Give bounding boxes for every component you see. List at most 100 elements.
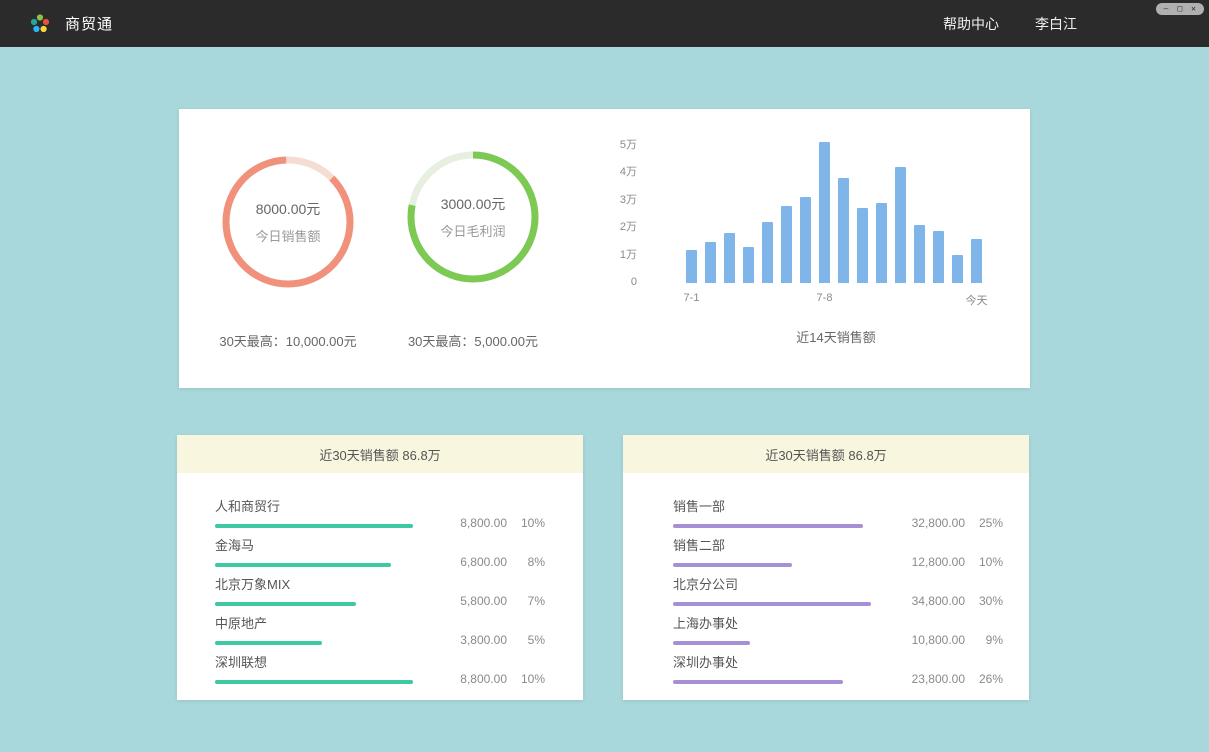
row-value: 8,800.00: [435, 672, 507, 686]
row-name: 上海办事处: [673, 613, 871, 632]
row-value: 5,800.00: [435, 594, 507, 608]
row-progress-bar: [215, 602, 413, 606]
y-tick-label: 0: [631, 275, 637, 289]
app-title: 商贸通: [65, 13, 113, 34]
list-item: 深圳联想 8,800.0010%: [215, 645, 545, 684]
today-sales-label: 今日销售额: [255, 226, 320, 245]
departments-sales-panel: 近30天销售额 86.8万 销售一部 32,800.0025% 销售二部 12,800…: [623, 435, 1029, 700]
list-item: 销售一部 32,800.0025%: [673, 489, 1003, 528]
row-percent: 10%: [965, 555, 1003, 569]
y-tick-label: 5万: [620, 138, 637, 152]
bar-day-4: [743, 247, 754, 283]
row-percent: 5%: [507, 633, 545, 647]
bar-column: [724, 145, 735, 283]
row-percent: 25%: [965, 516, 1003, 530]
list-item: 人和商贸行 8,800.0010%: [215, 489, 545, 528]
bar-day-10: [857, 208, 868, 283]
x-tick-label: 今天: [966, 292, 988, 308]
row-percent: 7%: [507, 594, 545, 608]
bar-day-5: [762, 222, 773, 283]
bar-day-14: [933, 231, 944, 283]
row-value: 3,800.00: [435, 633, 507, 647]
row-value: 8,800.00: [435, 516, 507, 530]
bar-column: [743, 145, 754, 283]
bar-column: [876, 145, 887, 283]
panel-right-body: 销售一部 32,800.0025% 销售二部 12,800.0010% 北京分公司 34,…: [623, 473, 1029, 684]
row-name: 中原地产: [215, 613, 413, 632]
bar-day-9: [838, 178, 849, 283]
bar-chart-title: 近14天销售额: [634, 327, 1038, 346]
bar-chart-plot: 7-17-8今天: [686, 145, 988, 283]
y-tick-label: 3万: [620, 193, 637, 207]
list-item: 销售二部 12,800.0010%: [673, 528, 1003, 567]
y-tick-label: 4万: [620, 165, 637, 179]
bar-day-13: [914, 225, 925, 283]
y-tick-label: 1万: [620, 248, 637, 262]
help-center-link[interactable]: 帮助中心: [943, 14, 999, 34]
bar-column: 今天: [971, 145, 982, 283]
panel-left-body: 人和商贸行8,800.0010%金海马6,800.008%北京万象MIX5,80…: [177, 473, 583, 684]
row-name: 北京分公司: [673, 574, 871, 593]
row-value: 23,800.00: [893, 672, 965, 686]
row-name: 深圳办事处: [673, 652, 871, 671]
row-progress-bar: [673, 641, 871, 645]
bar-column: [857, 145, 868, 283]
list-item: 深圳办事处 23,800.0026%: [673, 645, 1003, 684]
row-progress-bar: [673, 602, 871, 606]
customers-sales-panel: 近30天销售额 86.8万 人和商贸行8,800.0010%金海马6,800.0…: [177, 435, 583, 700]
list-item: 金海马6,800.008%: [215, 528, 545, 567]
bar-day-11: [876, 203, 887, 283]
row-percent: 10%: [507, 672, 545, 686]
row-value: 32,800.00: [893, 516, 965, 530]
row-progress-bar: [215, 641, 413, 645]
bar-column: [952, 145, 963, 283]
row-percent: 9%: [965, 633, 1003, 647]
today-profit-label: 今日毛利润: [440, 221, 505, 240]
row-name: 销售二部: [673, 535, 871, 554]
row-progress-bar: [673, 563, 871, 567]
bar-column: [838, 145, 849, 283]
row-percent: 26%: [965, 672, 1003, 686]
row-percent: 10%: [507, 516, 545, 530]
x-tick-label: 7-1: [684, 292, 700, 304]
bar-column: [933, 145, 944, 283]
titlebar-nav: 帮助中心 李白江: [943, 14, 1077, 34]
user-name-link[interactable]: 李白江: [1035, 14, 1077, 34]
bar-column: 7-1: [686, 145, 697, 283]
minimize-icon[interactable]: —: [1164, 3, 1169, 15]
y-axis: 5万4万3万2万1万0: [599, 138, 637, 289]
row-progress-bar: [673, 524, 871, 528]
bar-day-3: [724, 233, 735, 283]
row-percent: 8%: [507, 555, 545, 569]
list-item: 北京分公司 34,800.0030%: [673, 567, 1003, 606]
close-icon[interactable]: ✕: [1191, 3, 1196, 15]
bar-day-1: [686, 250, 697, 283]
today-sales-value: 8000.00元: [256, 199, 321, 219]
titlebar: 商贸通 帮助中心 李白江 — □ ✕: [0, 0, 1209, 47]
bar-day-8: [819, 142, 830, 283]
bar-day-6: [781, 206, 792, 283]
bar-column: [914, 145, 925, 283]
row-name: 深圳联想: [215, 652, 413, 671]
row-progress-bar: [215, 524, 413, 528]
departments-panel-title: 近30天销售额 86.8万: [623, 435, 1029, 473]
list-item: 中原地产 3,800.005%: [215, 606, 545, 645]
x-tick-label: 7-8: [817, 292, 833, 304]
row-value: 34,800.00: [893, 594, 965, 608]
app-logo-icon: [28, 12, 52, 36]
maximize-icon[interactable]: □: [1177, 3, 1182, 15]
row-value: 12,800.00: [893, 555, 965, 569]
bar-day-12: [895, 167, 906, 283]
row-name: 人和商贸行: [215, 496, 413, 515]
row-value: 10,800.00: [893, 633, 965, 647]
row-progress-bar: [215, 563, 413, 567]
bar-column: [705, 145, 716, 283]
list-item: 上海办事处 10,800.009%: [673, 606, 1003, 645]
row-percent: 30%: [965, 594, 1003, 608]
row-name: 销售一部: [673, 496, 871, 515]
bar-column: [895, 145, 906, 283]
row-value: 6,800.00: [435, 555, 507, 569]
bar-day-16: [971, 239, 982, 283]
today-profit-value: 3000.00元: [441, 194, 506, 214]
today-profit-footnote: 30天最高：5,000.00元: [353, 331, 593, 350]
